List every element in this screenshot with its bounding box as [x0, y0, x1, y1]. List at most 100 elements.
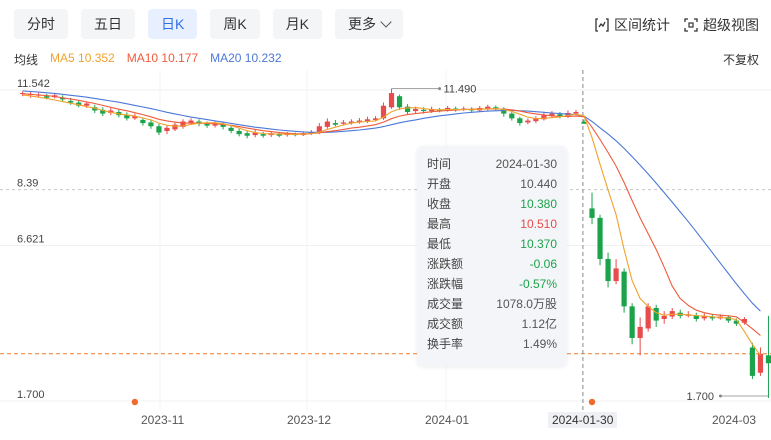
- range-stats-label: 区间统计: [614, 17, 670, 33]
- crosshair-date-label: 2024-01-30: [548, 412, 618, 428]
- y-tick-label: 8.39: [17, 178, 38, 190]
- candle-body: [749, 347, 756, 376]
- tab-more[interactable]: 更多: [335, 9, 404, 39]
- candle-body: [629, 306, 635, 338]
- tooltip-row: 成交量 1078.0万股: [427, 294, 557, 314]
- tab-five-day[interactable]: 五日: [81, 9, 135, 39]
- tooltip-value: 1.49%: [522, 337, 557, 351]
- tooltip-value: -0.57%: [518, 277, 557, 291]
- super-view-label: 超级视图: [703, 17, 759, 33]
- candle-body: [765, 355, 771, 364]
- candle-body: [485, 106, 491, 109]
- candle-body: [396, 96, 403, 108]
- ma10-line: [22, 93, 761, 336]
- tooltip-key: 换手率: [427, 337, 464, 351]
- candle-body: [324, 121, 330, 127]
- x-axis-label: 2024-01: [425, 413, 470, 427]
- range-stats-icon: [595, 18, 609, 32]
- tooltip-value: 10.440: [520, 177, 557, 191]
- tooltip-key: 收盘: [427, 197, 452, 211]
- event-marker-dot: [588, 398, 596, 406]
- candle-body: [661, 315, 667, 320]
- tab-label: 日K: [161, 16, 185, 32]
- candle-body: [228, 127, 234, 131]
- candle-body: [172, 124, 178, 130]
- y-tick-label: 11.542: [17, 78, 50, 90]
- event-marker-dot: [131, 398, 139, 406]
- tooltip-row: 换手率 1.49%: [427, 334, 557, 354]
- candle-body: [757, 353, 764, 373]
- low-annotation-dot: [718, 394, 722, 398]
- kline-chart[interactable]: 11.542 8.39 6.621 1.700 11.490 1.700: [0, 70, 771, 410]
- candle-tooltip: 时间 2024-01-30 开盘 10.440 收盘 10.380 最高 10.510 …: [417, 146, 567, 366]
- candle-body: [412, 108, 419, 112]
- tooltip-key: 成交量: [427, 297, 464, 311]
- candle-body: [573, 112, 579, 114]
- adjust-selector[interactable]: 不复权: [723, 51, 759, 68]
- candle-body: [340, 122, 346, 124]
- tab-label: 周K: [223, 16, 247, 32]
- tooltip-key: 最低: [427, 237, 452, 251]
- chevron-down-icon: [380, 16, 392, 28]
- tab-weekly-k[interactable]: 周K: [210, 9, 260, 39]
- tab-intraday[interactable]: 分时: [14, 9, 68, 39]
- ma20-value: MA20 10.232: [210, 51, 282, 65]
- candle-body: [621, 271, 627, 307]
- tab-label: 更多: [348, 16, 377, 32]
- candle-body: [517, 118, 523, 124]
- toolbar: 区间统计 超级视图: [595, 15, 759, 35]
- low-annotation-label: 1.700: [686, 391, 714, 403]
- ma-indicator-bar: 均线 MA5 10.352 MA10 10.177 MA20 10.232: [14, 51, 282, 68]
- y-tick-label: 1.700: [17, 389, 45, 401]
- high-annotation-label: 11.490: [444, 84, 477, 96]
- ma5-value: MA5 10.352: [50, 51, 115, 65]
- candle-body: [388, 93, 395, 108]
- candle-body: [140, 119, 146, 124]
- candle-body: [645, 306, 651, 329]
- candle-body: [613, 268, 619, 282]
- tooltip-value: 1078.0万股: [496, 297, 557, 311]
- x-axis-label: 2023-12: [287, 413, 332, 427]
- ma20-line: [22, 90, 761, 312]
- candle-body: [260, 134, 266, 136]
- tooltip-value: 10.370: [520, 237, 557, 251]
- high-annotation-dot: [438, 87, 442, 91]
- candle-body: [84, 103, 90, 106]
- ma10-value: MA10 10.177: [126, 51, 199, 65]
- tooltip-key: 开盘: [427, 177, 452, 191]
- candle-body: [653, 307, 659, 321]
- tooltip-row: 涨跌额 -0.06: [427, 254, 557, 274]
- candle-body: [525, 120, 531, 123]
- candle-body: [597, 217, 603, 259]
- range-stats-button[interactable]: 区间统计: [595, 15, 670, 35]
- super-view-button[interactable]: 超级视图: [684, 15, 759, 35]
- tooltip-key: 最高: [427, 217, 452, 231]
- candle-body: [148, 122, 154, 127]
- candle-body: [589, 208, 595, 218]
- tab-monthly-k[interactable]: 月K: [272, 9, 323, 39]
- candle-body: [637, 326, 643, 338]
- expand-view-icon: [684, 18, 698, 32]
- candle-body: [164, 127, 170, 131]
- tooltip-row: 最低 10.370: [427, 234, 557, 254]
- tooltip-value: 10.380: [520, 197, 557, 211]
- tooltip-key: 成交额: [427, 317, 464, 331]
- candle-body: [244, 133, 250, 136]
- candle-body: [332, 123, 338, 125]
- x-axis-label: 2023-11: [141, 413, 185, 427]
- tooltip-value: -0.06: [529, 257, 557, 271]
- candle-body: [509, 113, 515, 119]
- tab-daily-k[interactable]: 日K: [148, 9, 198, 39]
- y-tick-label: 6.621: [17, 234, 45, 246]
- period-tabs: 分时 五日 日K 周K 月K 更多: [14, 9, 404, 39]
- tab-label: 月K: [285, 16, 310, 32]
- candle-body: [156, 126, 162, 133]
- tooltip-row: 时间 2024-01-30: [427, 154, 557, 174]
- tooltip-row: 涨跌幅 -0.57%: [427, 274, 557, 294]
- tooltip-key: 时间: [427, 157, 452, 171]
- x-axis-label: 2024-03: [712, 413, 757, 427]
- tooltip-row: 开盘 10.440: [427, 174, 557, 194]
- candle-body: [421, 109, 427, 112]
- indicator-title: 均线: [14, 53, 39, 67]
- candle-body: [236, 130, 242, 135]
